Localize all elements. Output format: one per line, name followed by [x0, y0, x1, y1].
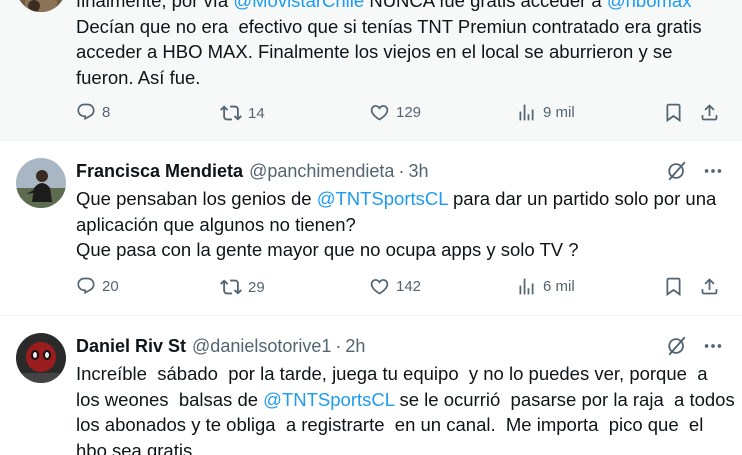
tweet-text-line: acceder a HBO MAX. Finalmente los viejos… — [76, 39, 722, 65]
tweet-text-line: Que pensaban los genios de @TNTSportsCL … — [76, 186, 722, 212]
reply-icon — [76, 276, 102, 296]
timestamp[interactable]: 3h — [408, 161, 428, 182]
tweet-text-line: hbo sea gratis. — [76, 438, 722, 455]
separator: · — [335, 336, 342, 356]
more-icon[interactable] — [702, 160, 724, 182]
views-count: 9 mil — [543, 104, 575, 121]
reply-button[interactable]: 20 — [76, 276, 119, 296]
tweet-text: Que pensaban los genios de @TNTSportsCL … — [76, 186, 722, 263]
like-button[interactable]: 142 — [369, 276, 421, 297]
tweet-text-segment: fueron. Así fue. — [76, 66, 201, 88]
avatar[interactable] — [16, 0, 66, 12]
grok-icon[interactable] — [666, 160, 688, 182]
tweet-text-segment: Increíble sábado por la tarde, juega tu … — [76, 363, 708, 384]
tweet-text-segment: para dar un partido solo por una — [447, 188, 717, 209]
like-button[interactable]: 129 — [369, 102, 421, 123]
tweet-header: Francisca Mendieta @panchimendieta · 3h — [76, 161, 722, 183]
share-button[interactable] — [699, 276, 726, 297]
tweet-text-segment: Decían que no era efectivo que si tenías… — [76, 15, 702, 37]
more-icon[interactable] — [702, 335, 724, 357]
tweet-text-line: Que pasa con la gente mayor que no ocupa… — [76, 237, 722, 263]
tweet-text-segment: NUNCA fue gratis acceder a — [364, 0, 607, 11]
avatar[interactable] — [16, 333, 66, 383]
like-count: 142 — [396, 278, 422, 295]
tweet-text-segment: acceder a HBO MAX. Finalmente los viejos… — [76, 41, 673, 62]
retweet-button[interactable]: 29 — [220, 276, 265, 298]
grok-icon[interactable] — [666, 335, 688, 357]
tweet-text-segment: hbo sea gratis. — [76, 439, 198, 455]
action-bar: 8 14 129 9 mil — [76, 102, 726, 126]
tweet-text-line: finalmente, por vía @MovistarChile NUNCA… — [76, 0, 722, 14]
retweet-icon — [220, 102, 248, 124]
tweet-text-line: los weones balsas de @TNTSportsCL se le … — [76, 387, 735, 413]
bookmark-icon — [663, 102, 690, 123]
tweet[interactable]: Daniel Riv St @danielsotorive1 · 2h Incr… — [0, 316, 742, 455]
user-handle[interactable]: @panchimendieta — [249, 161, 394, 182]
reply-count: 8 — [102, 103, 111, 121]
tweet-text-segment: los weones balsas de — [76, 388, 264, 410]
share-icon — [699, 102, 726, 123]
user-handle[interactable]: @danielsotorive1 — [192, 336, 331, 357]
tweet-text-segment: los abonados y te obliga a registrarte e… — [76, 414, 704, 435]
views-icon — [516, 102, 543, 123]
mention-link[interactable]: @hbomax — [607, 0, 692, 11]
reply-icon — [76, 102, 102, 122]
avatar[interactable] — [16, 158, 66, 208]
tweet[interactable]: finalmente, por vía @MovistarChile NUNCA… — [0, 0, 742, 141]
retweet-button[interactable]: 14 — [220, 102, 265, 124]
views-button[interactable]: 9 mil — [516, 102, 575, 123]
share-icon — [699, 276, 726, 297]
retweet-count: 29 — [248, 278, 265, 296]
tweet-text-line: Increíble sábado por la tarde, juega tu … — [76, 361, 722, 387]
retweet-icon — [220, 276, 248, 298]
timestamp[interactable]: 2h — [345, 336, 365, 357]
tweet-text-segment: se le ocurrió pasarse por la raja a todo… — [394, 388, 735, 410]
like-icon — [369, 102, 396, 123]
mention-link[interactable]: @TNTSportsCL — [263, 389, 394, 410]
views-icon — [516, 276, 543, 297]
bookmark-button[interactable] — [663, 276, 690, 297]
reply-count: 20 — [102, 277, 119, 295]
tweet-text-segment: Que pensaban los genios de — [76, 188, 317, 209]
bookmark-icon — [663, 276, 690, 297]
tweet-text-segment: finalmente, por vía — [76, 0, 234, 11]
tweet-text-line: aplicación que algunos no tienen? — [76, 212, 722, 238]
tweet-header-actions — [666, 160, 724, 182]
tweet-text: finalmente, por vía @MovistarChile NUNCA… — [76, 0, 722, 90]
tweet-header-actions — [666, 335, 724, 357]
retweet-count: 14 — [248, 104, 265, 122]
display-name[interactable]: Daniel Riv St — [76, 336, 186, 357]
like-icon — [369, 276, 396, 297]
display-name[interactable]: Francisca Mendieta — [76, 161, 243, 182]
share-button[interactable] — [699, 102, 726, 123]
tweet-text-segment: aplicación que algunos no tienen? — [76, 213, 356, 235]
like-count: 129 — [396, 104, 422, 121]
tweet-text: Increíble sábado por la tarde, juega tu … — [76, 361, 735, 455]
mention-link[interactable]: @TNTSportsCL — [317, 188, 448, 209]
views-button[interactable]: 6 mil — [516, 276, 575, 297]
tweet[interactable]: Francisca Mendieta @panchimendieta · 3h … — [0, 141, 742, 316]
tweet-header: Daniel Riv St @danielsotorive1 · 2h — [76, 336, 722, 358]
reply-button[interactable]: 8 — [76, 102, 110, 122]
separator: · — [398, 161, 405, 181]
views-count: 6 mil — [543, 278, 575, 295]
mention-link[interactable]: @MovistarChile — [233, 0, 364, 11]
tweet-text-segment: Que pasa con la gente mayor que no ocupa… — [76, 239, 579, 260]
tweet-text-line: los abonados y te obliga a registrarte e… — [76, 412, 722, 438]
bookmark-button[interactable] — [663, 102, 690, 123]
action-bar: 20 29 142 6 mil — [76, 276, 726, 300]
tweet-text-line: Decían que no era efectivo que si tenías… — [76, 14, 722, 40]
tweet-text-line: fueron. Así fue. — [76, 65, 722, 91]
